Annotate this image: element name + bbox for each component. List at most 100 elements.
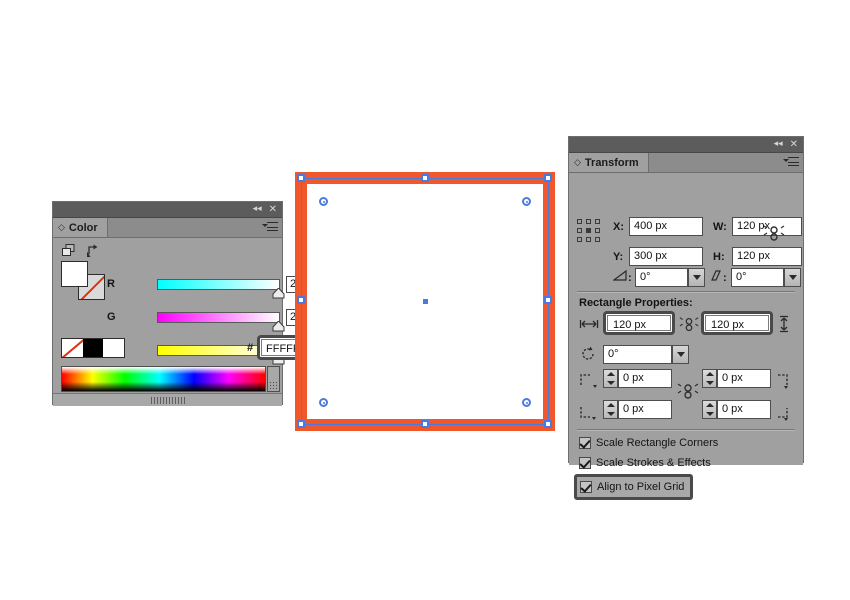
rotate-angle-icon (613, 269, 629, 288)
swatch-none[interactable] (62, 339, 83, 357)
color-spectrum-bar[interactable] (61, 366, 266, 392)
corner-radius-widget-bottom-left[interactable] (319, 398, 328, 407)
corner-bottom-right-stepper[interactable] (702, 400, 717, 419)
corner-bottom-right-type-icon[interactable] (775, 405, 795, 428)
corner-top-right-input[interactable]: 0 px (717, 369, 771, 388)
selection-handle-top-center[interactable] (421, 174, 429, 182)
corner-radius-widget-top-right[interactable] (522, 197, 531, 206)
x-label: X: (613, 221, 624, 233)
y-label: Y: (613, 251, 623, 263)
shear-colon: : (723, 272, 727, 284)
shear-input[interactable]: 0° (731, 268, 784, 287)
fill-swatch[interactable] (61, 261, 88, 287)
transform-panel-body: X: 400 px W: 120 px Y: 300 px H: 120 px … (569, 173, 803, 465)
selection-handle-bottom-right[interactable] (544, 420, 552, 428)
corner-bottom-left-type-icon[interactable] (579, 405, 599, 428)
selection-handle-middle-right[interactable] (544, 296, 552, 304)
corner-top-left-stepper[interactable] (603, 369, 618, 388)
color-panel-body: R 255 G 255 B (53, 238, 282, 406)
panel-resize-grip[interactable] (151, 397, 185, 404)
h-label: H: (713, 251, 725, 263)
constrain-proportions-icon[interactable] (763, 223, 785, 250)
slider-label-g: G (107, 311, 116, 323)
corner-top-right-stepper[interactable] (702, 369, 717, 388)
rect-width-input[interactable]: 120 px (603, 311, 675, 335)
corner-rotation-dropdown[interactable] (672, 345, 689, 364)
checkbox-scale-strokes-effects[interactable]: Scale Strokes & Effects (579, 457, 711, 469)
reference-point-grid[interactable] (577, 219, 603, 245)
collapse-icon[interactable]: ◂◂ (253, 205, 262, 214)
y-input[interactable]: 300 px (629, 247, 703, 266)
collapse-icon[interactable]: ◂◂ (774, 140, 783, 149)
color-panel-titlebar: ◂◂ ✕ (53, 202, 282, 218)
stepper-up-icon[interactable] (706, 403, 714, 407)
corner-bottom-right-input[interactable]: 0 px (717, 400, 771, 419)
rect-width-icon (579, 317, 599, 335)
panel-menu-icon[interactable] (783, 157, 799, 168)
checkbox-label: Scale Rectangle Corners (596, 437, 718, 449)
corner-rotation-input[interactable]: 0° (603, 345, 672, 364)
selection-handle-top-right[interactable] (544, 174, 552, 182)
corner-top-right-type-icon[interactable] (775, 373, 795, 396)
checkbox-icon[interactable] (580, 481, 592, 493)
chevron-down-icon (789, 275, 797, 280)
rotate-colon: : (628, 272, 632, 284)
transform-panel: ◂◂ ✕ ◇ Transform X: 400 px (568, 136, 804, 463)
selection-handle-middle-left[interactable] (297, 296, 305, 304)
tab-grip-icon: ◇ (58, 223, 65, 233)
close-icon[interactable]: ✕ (269, 205, 277, 214)
slider-track-r[interactable] (157, 279, 280, 290)
close-icon[interactable]: ✕ (790, 140, 798, 149)
stepper-up-icon[interactable] (706, 372, 714, 376)
selection-handle-bottom-center[interactable] (421, 420, 429, 428)
corner-radius-widget-bottom-right[interactable] (522, 398, 531, 407)
corner-top-left-input[interactable]: 0 px (618, 369, 672, 388)
corner-bottom-left-stepper[interactable] (603, 400, 618, 419)
x-input[interactable]: 400 px (629, 217, 703, 236)
checkbox-icon[interactable] (579, 457, 591, 469)
transform-panel-tabrow: ◇ Transform (569, 153, 803, 173)
color-panel-footer (53, 393, 282, 406)
corner-top-left-type-icon[interactable] (579, 373, 599, 396)
tab-transform[interactable]: ◇ Transform (569, 153, 649, 172)
link-all-corners-icon[interactable] (677, 381, 699, 408)
stepper-up-icon[interactable] (607, 372, 615, 376)
selection-handle-bottom-left[interactable] (297, 420, 305, 428)
link-corner-radii-icon[interactable] (679, 315, 699, 340)
stepper-down-icon[interactable] (607, 412, 615, 416)
stepper-down-icon[interactable] (706, 412, 714, 416)
default-fill-stroke-icon[interactable] (62, 244, 76, 258)
swap-fill-stroke-icon[interactable] (87, 244, 101, 258)
hex-hash-label: # (247, 342, 253, 354)
stepper-up-icon[interactable] (607, 403, 615, 407)
chevron-down-icon (677, 352, 685, 357)
color-spectrum-extra[interactable] (267, 366, 280, 392)
rotate-input[interactable]: 0° (635, 268, 688, 287)
resize-dots-icon (269, 381, 278, 390)
color-panel: ◂◂ ✕ ◇ Color (52, 201, 283, 405)
slider-track-g[interactable] (157, 312, 280, 323)
selection-overlay (295, 172, 555, 431)
stepper-down-icon[interactable] (706, 381, 714, 385)
checkbox-align-to-pixel-grid[interactable]: Align to Pixel Grid (574, 474, 693, 500)
tab-transform-label: Transform (585, 157, 639, 169)
tab-color-label: Color (69, 222, 98, 234)
swatch-black[interactable] (83, 339, 104, 357)
artboard-canvas[interactable] (295, 172, 555, 431)
rect-height-input[interactable]: 120 px (701, 311, 773, 335)
checkbox-icon[interactable] (579, 437, 591, 449)
panel-menu-icon[interactable] (262, 222, 278, 233)
stepper-down-icon[interactable] (607, 381, 615, 385)
corner-radius-widget-top-left[interactable] (319, 197, 328, 206)
corner-bottom-left-input[interactable]: 0 px (618, 400, 672, 419)
checkbox-scale-rectangle-corners[interactable]: Scale Rectangle Corners (579, 437, 718, 449)
swatch-white[interactable] (103, 339, 124, 357)
tab-grip-icon: ◇ (574, 158, 581, 168)
rect-height-icon (778, 315, 790, 338)
color-panel-tabrow: ◇ Color (53, 218, 282, 238)
quick-swatch-strip (61, 338, 125, 358)
selection-handle-top-left[interactable] (297, 174, 305, 182)
shear-dropdown[interactable] (784, 268, 801, 287)
rotate-dropdown[interactable] (688, 268, 705, 287)
tab-color[interactable]: ◇ Color (53, 218, 108, 237)
